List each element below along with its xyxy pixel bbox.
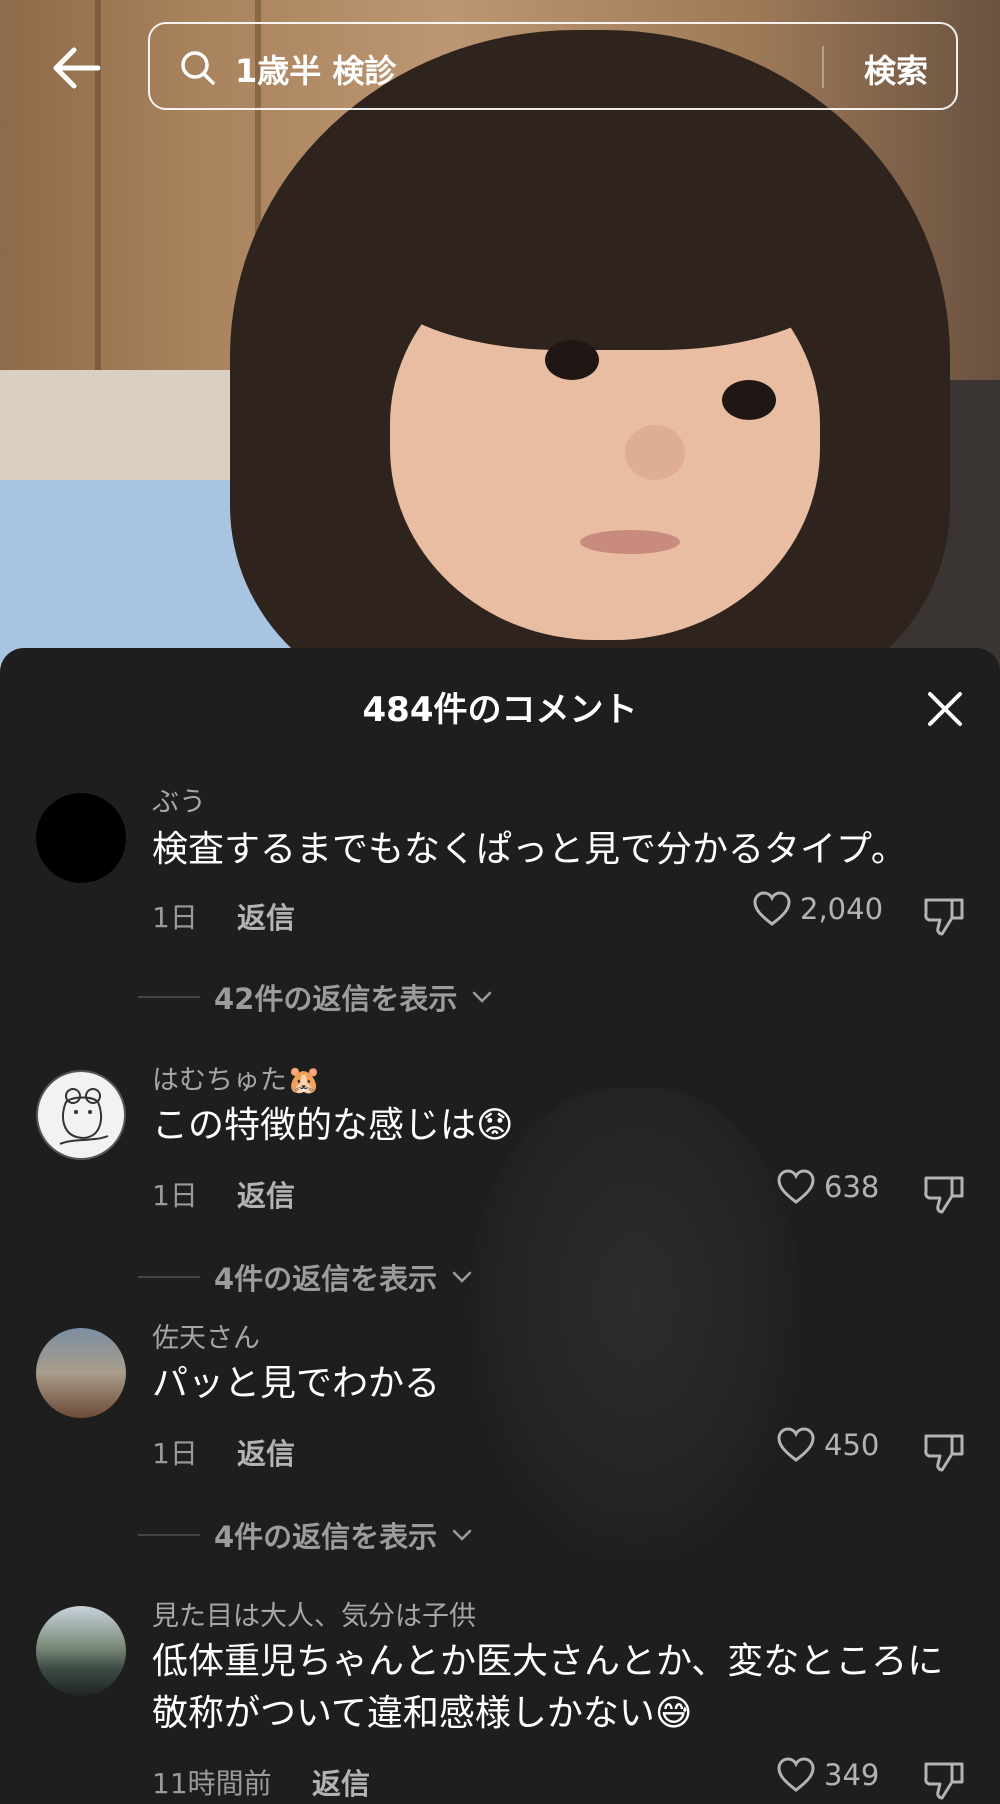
- view-replies-label: 4件の返信を表示: [214, 1262, 438, 1296]
- replies-rule: [138, 996, 200, 998]
- heart-icon: [777, 1169, 815, 1204]
- thumbs-down-icon: [924, 898, 964, 936]
- comments-panel: 484件のコメント ぶう 検査するまでもなくぱっと見で分かるタイプ。 1日 返信…: [0, 648, 1000, 1804]
- comments-count-title: 484件のコメント: [362, 690, 638, 730]
- child-bangs: [360, 120, 860, 350]
- dislike-button[interactable]: [922, 1758, 966, 1802]
- chevron-down-icon: [452, 1529, 472, 1541]
- dislike-button[interactable]: [922, 894, 966, 938]
- child-mouth: [580, 530, 680, 554]
- thumbs-down-icon: [924, 1176, 964, 1214]
- chevron-down-icon: [452, 1271, 472, 1283]
- avatar[interactable]: [36, 1606, 126, 1696]
- heart-icon: [753, 891, 791, 926]
- search-divider: [822, 46, 824, 88]
- view-replies-label: 4件の返信を表示: [214, 1520, 438, 1554]
- view-replies-button[interactable]: 42件の返信を表示: [138, 976, 493, 1018]
- comment-text: 検査するまでもなくぱっと見で分かるタイプ。: [152, 829, 907, 870]
- replies-rule: [138, 1534, 200, 1536]
- avatar[interactable]: [36, 1070, 126, 1160]
- avatar[interactable]: [36, 1328, 126, 1418]
- view-replies-button[interactable]: 4件の返信を表示: [138, 1256, 473, 1298]
- dislike-button[interactable]: [922, 1430, 966, 1474]
- close-button[interactable]: [924, 688, 966, 730]
- like-count: 638: [824, 1170, 880, 1204]
- thumbs-down-icon: [924, 1434, 964, 1472]
- view-replies-label: 42件の返信を表示: [214, 982, 458, 1016]
- comment-timestamp: 1日: [152, 901, 198, 934]
- video-reflection: [470, 1088, 800, 1558]
- thumbs-down-icon: [924, 1762, 964, 1800]
- like-button[interactable]: 349: [776, 1756, 879, 1794]
- search-icon: [181, 51, 215, 85]
- comment-timestamp: 1日: [152, 1179, 198, 1212]
- heart-icon: [777, 1757, 815, 1792]
- comment-username[interactable]: ぶう: [152, 780, 206, 819]
- close-icon: [928, 692, 962, 726]
- comment-username[interactable]: 佐天さん: [152, 1316, 260, 1355]
- child-eye-left: [545, 340, 599, 380]
- search-bar[interactable]: 1歳半 検診 検索: [148, 22, 958, 110]
- like-count: 349: [824, 1758, 880, 1792]
- arrow-left-icon: [53, 47, 101, 89]
- avatar[interactable]: [36, 793, 126, 883]
- comment-text: 低体重児ちゃんとか医大さんとか、変なところに敬称がついて違和感様しかない😅: [152, 1641, 944, 1734]
- reply-button[interactable]: 返信: [237, 895, 295, 937]
- reply-button[interactable]: 返信: [237, 1173, 295, 1215]
- comment-timestamp: 1日: [152, 1437, 198, 1470]
- search-button[interactable]: 検索: [864, 46, 928, 92]
- child-nose: [625, 425, 685, 480]
- replies-rule: [138, 1276, 200, 1278]
- like-button[interactable]: 2,040: [752, 890, 883, 928]
- chevron-down-icon: [473, 991, 492, 1003]
- child-eye-right: [722, 380, 776, 420]
- like-button[interactable]: 638: [776, 1168, 879, 1206]
- comment-username[interactable]: はむちゅた🐹: [152, 1058, 321, 1097]
- comment-username[interactable]: 見た目は大人、気分は子供: [152, 1594, 476, 1633]
- comment-text: パッと見でわかる: [152, 1363, 441, 1404]
- search-input[interactable]: 1歳半 検診: [235, 46, 396, 92]
- view-replies-button[interactable]: 4件の返信を表示: [138, 1514, 473, 1556]
- heart-icon: [777, 1427, 815, 1462]
- reply-button[interactable]: 返信: [237, 1431, 295, 1473]
- hamster-drawing-icon: [59, 1088, 109, 1145]
- like-count: 450: [824, 1428, 880, 1462]
- dislike-button[interactable]: [922, 1172, 966, 1216]
- back-button[interactable]: [48, 38, 108, 98]
- comment-text: この特徴的な感じは😟: [152, 1105, 514, 1146]
- reply-button[interactable]: 返信: [312, 1761, 370, 1803]
- like-button[interactable]: 450: [776, 1426, 879, 1464]
- like-count: 2,040: [800, 892, 884, 926]
- comment-timestamp: 11時間前: [152, 1767, 272, 1800]
